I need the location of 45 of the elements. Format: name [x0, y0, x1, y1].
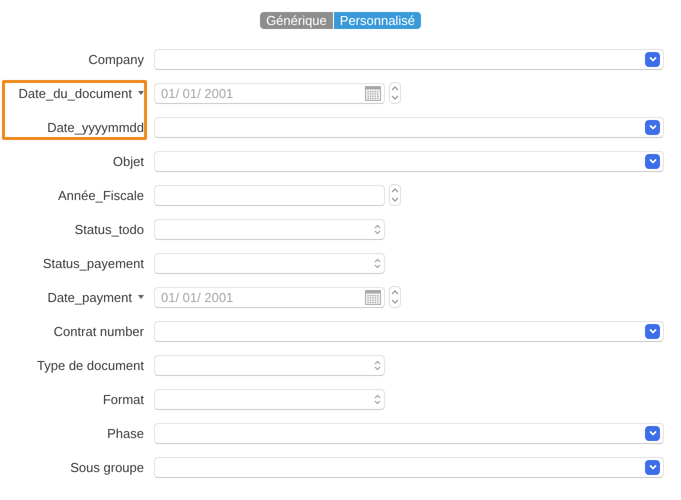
field-label: Contrat number — [54, 324, 144, 338]
date-field[interactable]: 01/ 01/ 2001 — [154, 82, 385, 104]
field-label: Status_payement — [42, 256, 144, 270]
field-label: Date_du_document — [18, 86, 132, 100]
calendar-icon[interactable] — [365, 290, 381, 304]
dropdown-button[interactable] — [645, 52, 660, 66]
chevron-down-icon — [648, 158, 656, 164]
up-down-chevron-icon — [374, 360, 381, 370]
field-label: Company — [88, 52, 144, 66]
up-down-chevron-icon — [374, 258, 381, 268]
popup-button[interactable] — [154, 252, 385, 274]
field-label: Status_todo — [74, 222, 144, 236]
field-label: Format — [102, 392, 144, 406]
stepper[interactable] — [389, 184, 401, 206]
field-label: Année_Fiscale — [58, 188, 144, 202]
field-label: Date_payment — [47, 290, 132, 304]
dropdown-button[interactable] — [645, 154, 660, 168]
menu-triangle-icon[interactable] — [138, 295, 144, 299]
field-label: Phase — [107, 426, 144, 440]
date-field[interactable]: 01/ 01/ 2001 — [154, 286, 385, 308]
chevron-down-icon — [648, 430, 656, 436]
field-label: Type de document — [37, 358, 144, 372]
dropdown-button[interactable] — [645, 120, 660, 134]
chevron-down-icon — [648, 56, 656, 62]
dropdown-button[interactable] — [645, 324, 660, 338]
field-label: Date_yyyymmdd — [47, 120, 144, 134]
up-down-chevron-icon — [374, 224, 381, 234]
popup-button[interactable] — [154, 388, 385, 410]
segment-tab[interactable]: Générique — [260, 12, 333, 29]
menu-triangle-icon[interactable] — [138, 91, 144, 95]
number-field[interactable] — [154, 184, 385, 206]
field-label: Objet — [112, 154, 144, 168]
calendar-icon[interactable] — [365, 86, 381, 100]
up-down-chevron-icon — [374, 394, 381, 404]
chevron-down-icon — [648, 124, 656, 130]
popup-button[interactable] — [154, 354, 385, 376]
dropdown-button[interactable] — [645, 426, 660, 440]
stepper[interactable] — [389, 286, 401, 308]
chevron-down-icon — [648, 464, 656, 470]
segment-tab[interactable]: Personnalisé — [334, 12, 421, 29]
popup-button[interactable] — [154, 218, 385, 240]
stepper[interactable] — [389, 82, 401, 104]
dropdown-button[interactable] — [645, 460, 660, 474]
field-label: Sous groupe — [70, 460, 144, 474]
chevron-down-icon — [648, 328, 656, 334]
